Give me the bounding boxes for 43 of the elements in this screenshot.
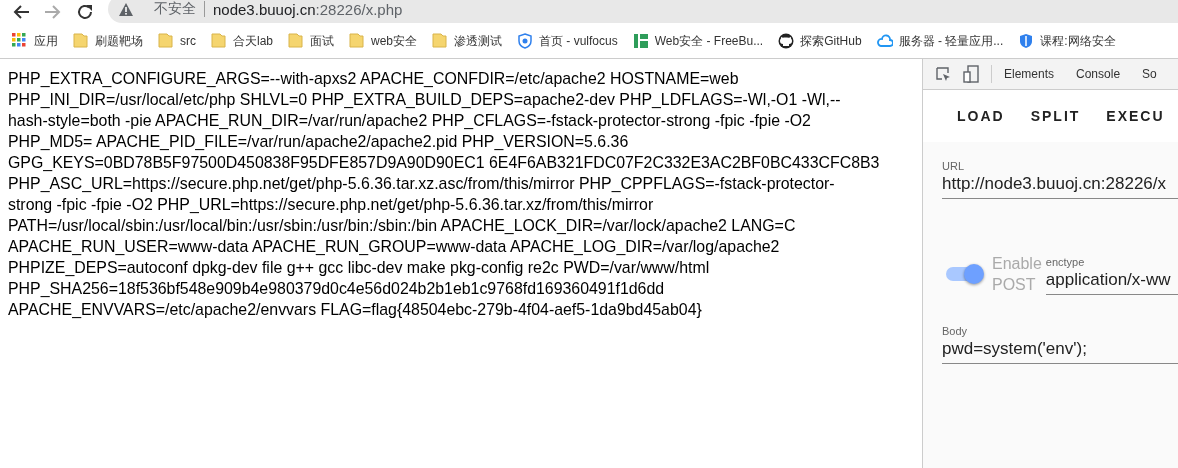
post-toggle[interactable]: [946, 267, 982, 281]
shield-icon: [517, 33, 534, 49]
body-field[interactable]: Body pwd=system('env');: [942, 325, 1178, 364]
folder-icon: [211, 33, 227, 49]
hackbar-button[interactable]: SPLIT: [1020, 100, 1091, 132]
security-label: 不安全: [154, 0, 196, 18]
bookmark[interactable]: 合天lab: [211, 32, 273, 50]
folder-icon: [349, 33, 365, 49]
hackbar-button[interactable]: EXECU: [1096, 100, 1175, 132]
folder-icon: [158, 33, 174, 49]
devtools-tab[interactable]: So: [1142, 67, 1157, 81]
warning-icon: [118, 1, 134, 17]
reload-icon[interactable]: [76, 3, 94, 21]
bars-logo-icon: [632, 33, 649, 49]
bookmark[interactable]: web安全: [349, 32, 418, 50]
folder-icon: [288, 33, 304, 49]
devtools-tab[interactable]: Elements: [1004, 67, 1055, 81]
inspect-icon[interactable]: [935, 66, 951, 82]
bookmark[interactable]: Web安全 - FreeBu...: [632, 32, 764, 50]
hackbar-button[interactable]: LOAD: [947, 100, 1015, 132]
env-output-text: PHP_EXTRA_CONFIGURE_ARGS=--with-apxs2 APACHE_CONFDIR=/etc/apache2 HOSTNAME=web PHP_INI_DIR=/usr/local/etc/php SHLVL=0 PHP_EXTRA_BUILD_DEPS=apache2-dev PHP_LDFLAGS=-Wl,-O1 -Wl,-- hash-style=both -pie APACHE_RUN_DIR=/var/run/apache2 PHP_CFLAGS=-fstack-protector-strong -fpic -fpie -O2 PHP_MD5= APACHE_PID_FILE=/var/run/apache2/apache2.pid PHP_VERSION=5.6.36 GPG_KEYS=0BD78B5F97500D450838F95DFE857D9A90D90EC1 6E4F6AB321FDC07F2C332E3AC2BF0BC433CFC8B3 PHP_ASC_URL=https://secure.php.net/get/php-5.6.36.tar.xz.asc/from/this/mirror PHP_CPPFLAGS=-fstack-protector- strong -fpic -fpie -O2 PHP_URL=https://secure.php.net/get/php-5.6.36.tar.xz/from/this/mirror PATH=/usr/local/sbin:/usr/local/bin:/usr/sbin:/usr/bin:/sbin:/bin APACHE_LOCK_DIR=/var/lock/apache2 LANG=C APACHE_RUN_USER=www-data APACHE_RUN_GROUP=www-data APACHE_LOG_DIR=/var/log/apache2 PHPIZE_DEPS=autoconf dpkg-dev file g++ gcc libc-dev make pkg-config re2c PWD=/var/www/html PHP_SHA256=18f536bf548e909b4e980379d0c4e56d024b2b1eb1c9768fd169360491f1d6dd APACHE_ENVVARS=/etc/apache2/envvars FLAG=flag{48504ebc-279b-4f04-aef5-1da9bd45ab04}: [8, 69, 881, 320]
folder-icon: [432, 33, 449, 49]
toggle-label: Enable POST: [992, 254, 1042, 295]
bookmark[interactable]: 渗透测试: [432, 32, 503, 50]
enctype-field[interactable]: enctype application/x-ww: [1045, 256, 1178, 295]
devtools-tab[interactable]: Console: [1076, 67, 1121, 81]
cloud-icon: [876, 33, 893, 49]
url-text: node3.buuoj.cn:28226/x.php: [213, 0, 403, 18]
bookmark[interactable]: 面试: [288, 32, 334, 50]
bookmark[interactable]: 刷题靶场: [73, 32, 143, 50]
bookmark[interactable]: 服务器 - 轻量应用...: [876, 32, 1004, 50]
bookmark[interactable]: src: [158, 33, 196, 49]
apps-grid-icon: [12, 33, 28, 49]
back-icon[interactable]: [12, 4, 30, 20]
device-icon[interactable]: [963, 65, 979, 83]
address-bar[interactable]: 不安全 node3.buuoj.cn:28226/x.php: [108, 0, 1178, 23]
url-field[interactable]: URL http://node3.buuoj.cn:28226/x: [942, 160, 1178, 199]
shield-icon: [1018, 33, 1035, 49]
bookmark[interactable]: 首页 - vulfocus: [517, 32, 618, 50]
bookmark[interactable]: 课程:网络安全: [1018, 32, 1116, 50]
bookmark[interactable]: 探索GitHub: [778, 32, 862, 50]
folder-icon: [73, 33, 89, 49]
bookmark[interactable]: 应用: [12, 32, 58, 50]
